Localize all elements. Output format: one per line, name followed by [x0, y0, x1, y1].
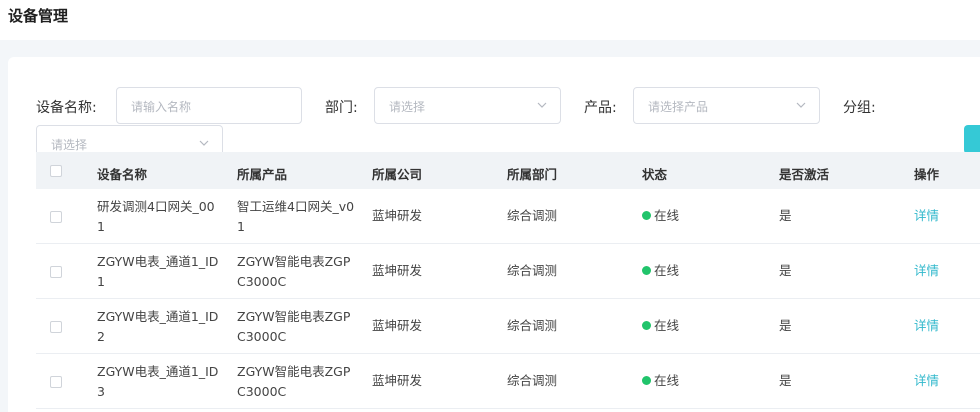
dept-cell: 综合调测 [507, 373, 558, 388]
device-name-label: 设备名称: [36, 100, 97, 116]
dept-select[interactable]: 请选择 [374, 87, 561, 124]
chevron-down-icon [199, 140, 209, 146]
device-name-cell: ZGYW电表_通道1_ID2 [97, 309, 219, 344]
group-label: 分组: [843, 100, 876, 116]
activated-cell: 是 [779, 263, 792, 278]
dept-label: 部门: [325, 100, 358, 116]
activated-cell: 是 [779, 318, 792, 333]
row-checkbox[interactable] [50, 211, 62, 223]
activated-cell: 是 [779, 373, 792, 388]
company-cell: 蓝坤研发 [372, 208, 423, 223]
row-checkbox[interactable] [50, 376, 62, 388]
device-name-cell: ZGYW电表_通道1_ID1 [97, 254, 219, 289]
device-name-cell: ZGYW电表_通道1_ID3 [97, 364, 219, 399]
chevron-down-icon [537, 102, 547, 108]
table-row: ZGYW电表_通道1_ID2 ZGYW智能电表ZGPC3000C 蓝坤研发 综合… [36, 299, 980, 354]
detail-link[interactable]: 详情 [914, 261, 939, 281]
col-actions: 操作 [914, 167, 940, 182]
activated-cell: 是 [779, 208, 792, 223]
device-name-cell: 研发调测4口网关_001 [97, 199, 215, 234]
product-label: 产品: [584, 100, 617, 116]
product-placeholder: 请选择产品 [648, 100, 709, 114]
row-checkbox[interactable] [50, 266, 62, 278]
detail-link[interactable]: 详情 [914, 316, 939, 336]
col-device-name: 设备名称 [97, 167, 148, 182]
company-cell: 蓝坤研发 [372, 263, 423, 278]
table-row: 研发调测4口网关_001 智工运维4口网关_v01 蓝坤研发 综合调测 在线 是… [36, 189, 980, 244]
group-placeholder: 请选择 [51, 138, 88, 152]
online-status-icon [642, 321, 651, 330]
product-cell: ZGYW智能电表ZGPC3000C [237, 364, 351, 399]
col-activated: 是否激活 [779, 167, 830, 182]
product-cell: 智工运维4口网关_v01 [237, 199, 355, 234]
status-cell: 在线 [642, 371, 679, 391]
table-row: ZGYW电表_通道1_ID1 ZGYW智能电表ZGPC3000C 蓝坤研发 综合… [36, 244, 980, 299]
online-status-icon [642, 211, 651, 220]
device-name-placeholder: 请输入名称 [131, 100, 192, 114]
dept-placeholder: 请选择 [389, 100, 426, 114]
search-button[interactable] [964, 125, 980, 154]
detail-link[interactable]: 详情 [914, 371, 939, 391]
status-text: 在线 [654, 318, 680, 333]
dept-cell: 综合调测 [507, 208, 558, 223]
col-product: 所属产品 [237, 167, 288, 182]
product-cell: ZGYW智能电表ZGPC3000C [237, 254, 351, 289]
online-status-icon [642, 376, 651, 385]
status-text: 在线 [654, 208, 680, 223]
status-text: 在线 [654, 263, 680, 278]
table-header: 设备名称 所属产品 所属公司 所属部门 状态 是否激活 操作 [36, 152, 980, 189]
dept-cell: 综合调测 [507, 318, 558, 333]
product-cell: ZGYW智能电表ZGPC3000C [237, 309, 351, 344]
company-cell: 蓝坤研发 [372, 318, 423, 333]
col-status: 状态 [642, 167, 668, 182]
detail-link[interactable]: 详情 [914, 206, 939, 226]
status-text: 在线 [654, 373, 680, 388]
online-status-icon [642, 266, 651, 275]
select-all-checkbox[interactable] [50, 165, 62, 177]
table-row: ZGYW电表_通道1_ID3 ZGYW智能电表ZGPC3000C 蓝坤研发 综合… [36, 354, 980, 409]
status-cell: 在线 [642, 316, 679, 336]
status-cell: 在线 [642, 261, 679, 281]
page-title: 设备管理 [8, 7, 69, 25]
device-name-input[interactable]: 请输入名称 [116, 87, 302, 124]
company-cell: 蓝坤研发 [372, 373, 423, 388]
dept-cell: 综合调测 [507, 263, 558, 278]
row-checkbox[interactable] [50, 321, 62, 333]
status-cell: 在线 [642, 206, 679, 226]
chevron-down-icon [796, 102, 806, 108]
col-dept: 所属部门 [507, 167, 558, 182]
product-select[interactable]: 请选择产品 [633, 87, 820, 124]
col-company: 所属公司 [372, 167, 423, 182]
